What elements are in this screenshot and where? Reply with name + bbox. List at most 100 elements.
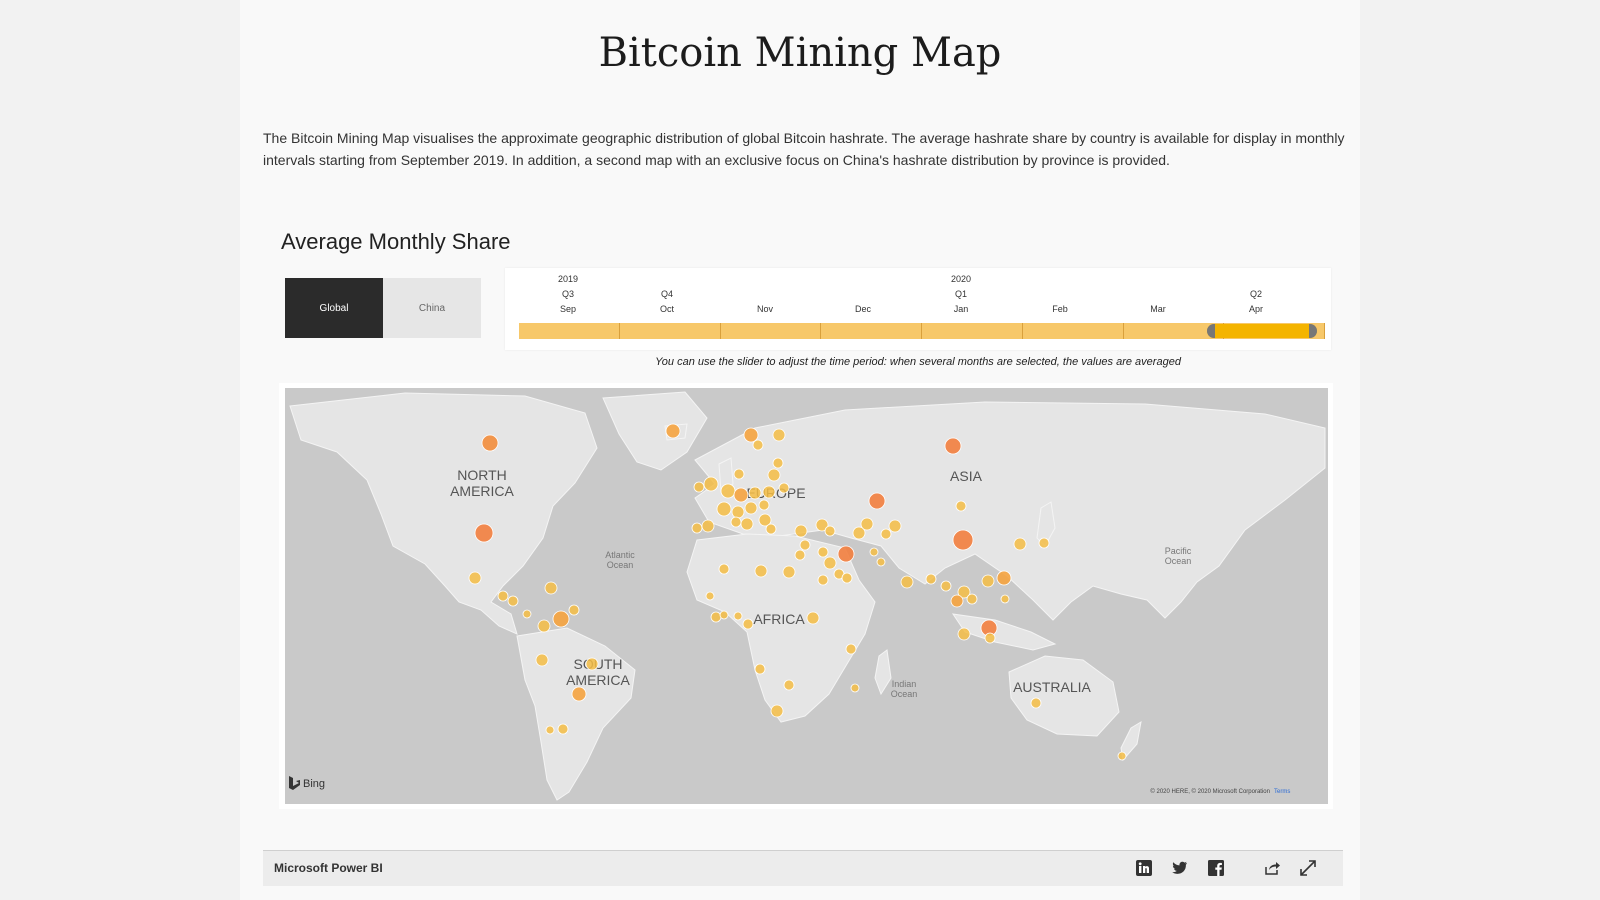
bubble-venezuela[interactable] [552,610,570,628]
bubble-usa[interactable] [474,523,494,543]
bubble[interactable] [497,590,509,602]
bubble[interactable] [767,468,781,482]
bubble[interactable] [731,505,745,519]
bubble[interactable] [876,557,886,567]
facebook-icon[interactable] [1207,859,1225,877]
bubble[interactable] [860,517,874,531]
bubble[interactable] [758,499,770,511]
bubble[interactable] [733,611,743,621]
bubble[interactable] [762,485,776,499]
bubble[interactable] [535,653,549,667]
bubble[interactable] [794,549,806,561]
bubble-brazil[interactable] [585,657,599,671]
bubble[interactable] [740,517,754,531]
bubble-germany[interactable] [733,487,749,503]
bubble[interactable] [966,593,978,605]
expand-icon[interactable] [1299,859,1317,877]
bubble[interactable] [744,501,758,515]
bubble-iran[interactable] [837,545,855,563]
bubble[interactable] [742,618,754,630]
bubble[interactable] [710,611,722,623]
bubble[interactable] [880,528,892,540]
bubble-turkey[interactable] [794,524,808,538]
bubble-south-africa[interactable] [770,704,784,718]
slider-start-handle[interactable] [1207,324,1215,338]
bubble-new-zealand[interactable] [1117,751,1127,761]
bubble-uk[interactable] [703,476,719,492]
bubble[interactable] [957,627,971,641]
bubble[interactable] [730,516,742,528]
slider-segment[interactable] [720,323,822,339]
bubble-india[interactable] [900,575,914,589]
bubble-china[interactable] [952,529,974,551]
bubble-iceland[interactable] [665,423,681,439]
bubble[interactable] [748,486,762,500]
bubble[interactable] [507,595,519,607]
bubble-spain[interactable] [701,519,715,533]
bubble[interactable] [850,683,860,693]
bubble[interactable] [996,570,1012,586]
bubble[interactable] [981,574,995,588]
bubble-japan[interactable] [1038,537,1050,549]
bubble[interactable] [719,610,729,620]
bubble[interactable] [557,723,569,735]
bubble[interactable] [984,632,996,644]
global-toggle-button[interactable]: Global [285,278,383,338]
bubble[interactable] [752,439,764,451]
bubble[interactable] [823,556,837,570]
bubble[interactable] [799,539,811,551]
bubble-australia[interactable] [1030,697,1042,709]
bubble-korea[interactable] [1013,537,1027,551]
linkedin-icon[interactable] [1135,859,1153,877]
slider-segment[interactable] [619,323,721,339]
bubble[interactable] [888,519,902,533]
bubble-kazakhstan[interactable] [868,492,886,510]
bubble-sweden[interactable] [772,428,786,442]
bubble[interactable] [778,482,790,494]
bubble-canada[interactable] [481,434,499,452]
bubble[interactable] [806,611,820,625]
bubble[interactable] [824,525,836,537]
bubble[interactable] [568,604,580,616]
china-toggle-button[interactable]: China [383,278,481,338]
bubble[interactable] [716,501,732,517]
world-map[interactable]: NORTH AMERICA SOUTH AMERICA EUROPE ASIA … [285,388,1328,804]
bubble-argentina[interactable] [571,686,587,702]
slider-segment[interactable] [922,323,1023,339]
bubble[interactable] [817,546,829,558]
bubble[interactable] [772,457,784,469]
slider-segment[interactable] [1022,323,1124,339]
slider-selected-range[interactable] [1207,324,1317,338]
bubble[interactable] [817,574,829,586]
bubble[interactable] [754,564,768,578]
bubble[interactable] [955,500,967,512]
terms-link[interactable]: Terms [1274,789,1290,795]
bubble-norway[interactable] [743,427,759,443]
bubble[interactable] [783,679,795,691]
bubble[interactable] [925,573,937,585]
time-slider-track[interactable] [519,323,1325,339]
bubble[interactable] [733,468,745,480]
bubble[interactable] [845,643,857,655]
bubble[interactable] [1000,594,1010,604]
bubble[interactable] [693,481,705,493]
share-icon[interactable] [1263,859,1281,877]
bubble[interactable] [841,572,853,584]
slider-segment[interactable] [821,323,922,339]
bubble[interactable] [720,483,736,499]
bubble[interactable] [545,725,555,735]
powerbi-brand[interactable]: Microsoft Power BI [274,861,383,875]
bubble[interactable] [522,609,532,619]
bubble[interactable] [544,581,558,595]
bubble[interactable] [869,547,879,557]
bubble[interactable] [754,663,766,675]
twitter-icon[interactable] [1171,859,1189,877]
bubble[interactable] [705,591,715,601]
bubble[interactable] [782,565,796,579]
bubble[interactable] [718,563,730,575]
bubble[interactable] [691,522,703,534]
bubble-russia[interactable] [944,437,962,455]
bubble[interactable] [940,580,952,592]
bubble[interactable] [950,594,964,608]
bubble[interactable] [537,619,551,633]
